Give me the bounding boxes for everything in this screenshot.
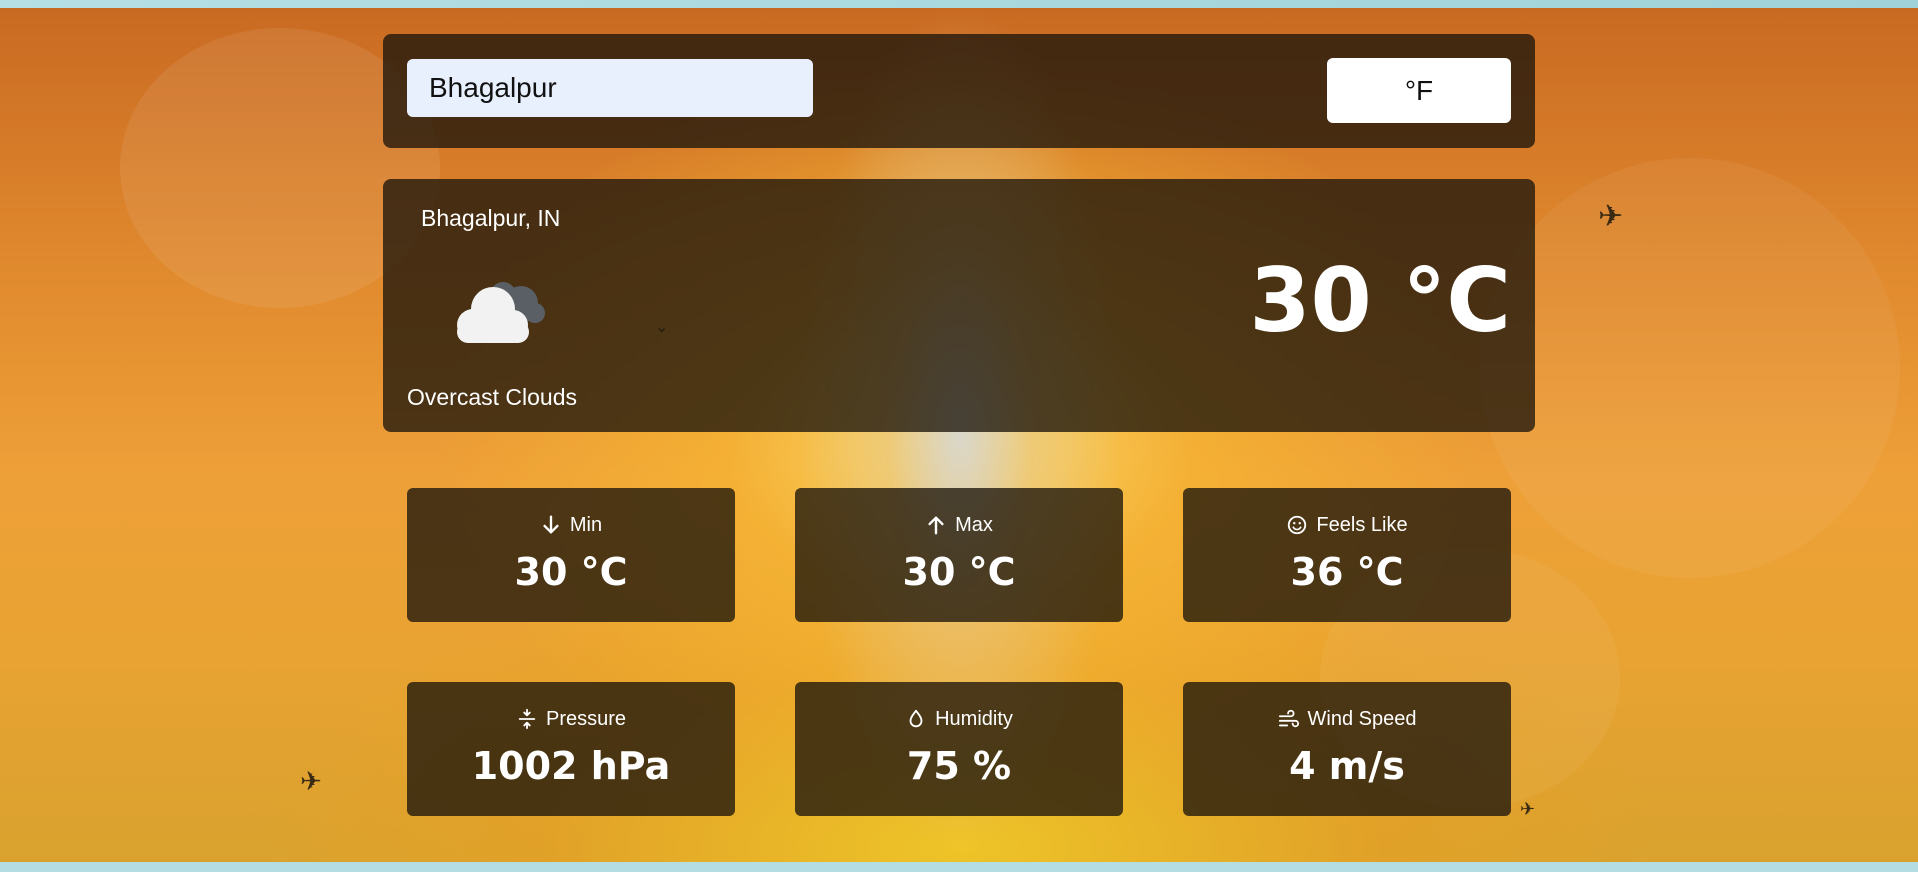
pressure-card: Pressure 1002 hPa — [407, 682, 735, 816]
bottom-window-strip — [0, 862, 1918, 872]
max-temp-card: Max 30 °C — [795, 488, 1123, 622]
unit-toggle-button[interactable]: °F — [1327, 58, 1511, 123]
city-search-input[interactable] — [407, 59, 813, 117]
arrow-up-icon — [928, 516, 944, 535]
feels-like-card: Feels Like 36 °C — [1183, 488, 1511, 622]
pressure-icon — [518, 708, 536, 730]
humidity-card: Humidity 75 % — [795, 682, 1123, 816]
haze-circle — [1480, 158, 1900, 578]
stat-value: 30 °C — [514, 550, 628, 594]
wind-icon — [1278, 709, 1299, 728]
stat-value: 36 °C — [1290, 550, 1404, 594]
search-panel: °F — [383, 34, 1535, 148]
bird-icon: ✈ — [1598, 200, 1624, 233]
location-label: Bhagalpur, IN — [421, 205, 561, 231]
current-temperature: 30 °C — [1249, 249, 1511, 352]
wind-speed-card: Wind Speed 4 m/s — [1183, 682, 1511, 816]
stat-value: 30 °C — [902, 550, 1016, 594]
droplet-icon — [909, 709, 923, 728]
bird-icon: ✈ — [300, 766, 322, 796]
smile-icon — [1288, 515, 1307, 535]
stat-label: Pressure — [545, 707, 627, 730]
stat-label: Wind Speed — [1307, 707, 1417, 730]
min-temp-card: Min 30 °C — [407, 488, 735, 622]
stat-label: Feels Like — [1316, 513, 1408, 536]
stat-value: 4 m/s — [1289, 744, 1405, 788]
stat-label: Max — [955, 513, 993, 536]
top-window-strip — [0, 0, 1918, 8]
stat-value: 75 % — [906, 744, 1012, 788]
stat-label: Humidity — [935, 707, 1013, 730]
stat-value: 1002 hPa — [471, 744, 671, 788]
condition-label: Overcast Clouds — [407, 384, 578, 410]
current-weather-panel: Bhagalpur, IN Overcast Clouds 30 °C — [383, 179, 1535, 432]
arrow-down-icon — [543, 515, 559, 534]
stat-label: Min — [569, 513, 603, 536]
overcast-clouds-icon — [457, 282, 545, 343]
bird-icon: ✈ — [1520, 799, 1536, 819]
